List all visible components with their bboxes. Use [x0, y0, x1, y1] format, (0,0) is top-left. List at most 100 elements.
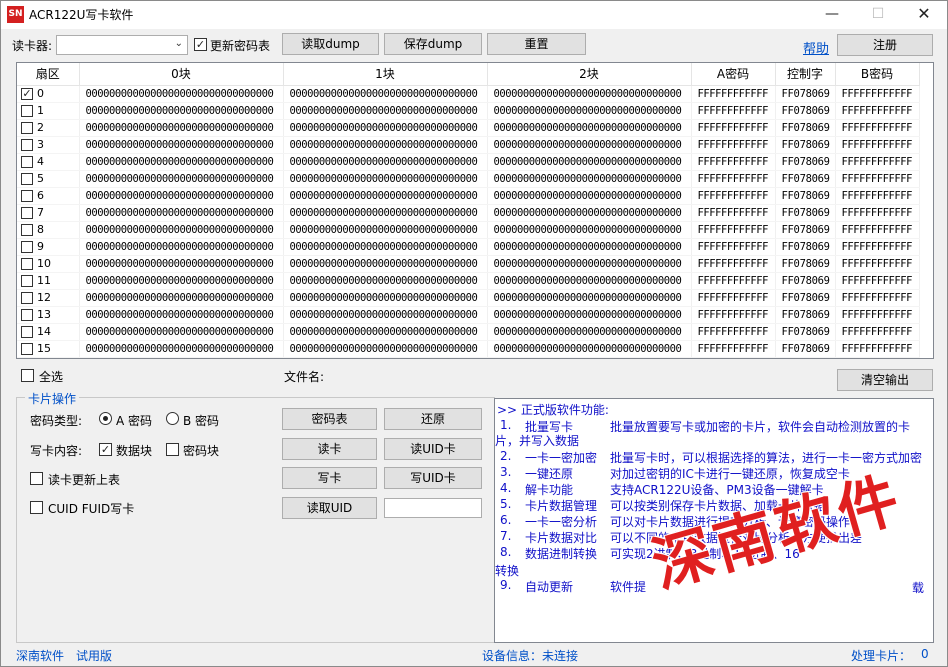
row-checkbox[interactable]: [21, 139, 33, 151]
sector-cell[interactable]: 7: [17, 204, 80, 222]
read-uid-card-button[interactable]: 读UID卡: [384, 438, 482, 460]
block2-cell[interactable]: 00000000000000000000000000000000: [487, 119, 692, 137]
row-checkbox[interactable]: [21, 105, 33, 117]
block0-cell[interactable]: 00000000000000000000000000000000: [79, 221, 284, 239]
keya-cell[interactable]: FFFFFFFFFFFF: [691, 306, 776, 324]
keyb-cell[interactable]: FFFFFFFFFFFF: [835, 136, 920, 154]
block1-cell[interactable]: 00000000000000000000000000000000: [283, 272, 488, 290]
row-checkbox[interactable]: [21, 292, 33, 304]
control-cell[interactable]: FF078069: [775, 85, 836, 103]
control-cell[interactable]: FF078069: [775, 306, 836, 324]
block1-cell[interactable]: 00000000000000000000000000000000: [283, 306, 488, 324]
block2-cell[interactable]: 00000000000000000000000000000000: [487, 221, 692, 239]
keya-cell[interactable]: FFFFFFFFFFFF: [691, 102, 776, 120]
table-row[interactable]: 13 00000000000000000000000000000000 000000…: [17, 306, 920, 324]
table-row[interactable]: 7 00000000000000000000000000000000 0000000…: [17, 204, 920, 222]
keya-cell[interactable]: FFFFFFFFFFFF: [691, 272, 776, 290]
control-cell[interactable]: FF078069: [775, 153, 836, 171]
write-uid-card-button[interactable]: 写UID卡: [384, 467, 482, 489]
keyb-cell[interactable]: FFFFFFFFFFFF: [835, 255, 920, 273]
block1-cell[interactable]: 00000000000000000000000000000000: [283, 238, 488, 256]
row-checkbox[interactable]: [21, 326, 33, 338]
keyb-cell[interactable]: FFFFFFFFFFFF: [835, 306, 920, 324]
block2-cell[interactable]: 00000000000000000000000000000000: [487, 136, 692, 154]
block1-cell[interactable]: 00000000000000000000000000000000: [283, 289, 488, 307]
sector-cell[interactable]: ✓ 0: [17, 85, 80, 103]
control-cell[interactable]: FF078069: [775, 136, 836, 154]
register-button[interactable]: 注册: [837, 34, 933, 56]
table-row[interactable]: 11 00000000000000000000000000000000 000000…: [17, 272, 920, 290]
row-checkbox[interactable]: [21, 190, 33, 202]
block0-cell[interactable]: 00000000000000000000000000000000: [79, 204, 284, 222]
table-row[interactable]: 1000000000000000000000000000000000000000…: [17, 255, 920, 273]
control-cell[interactable]: FF078069: [775, 221, 836, 239]
control-cell[interactable]: FF078069: [775, 340, 836, 358]
table-row[interactable]: 2 00000000000000000000000000000000 0000000…: [17, 119, 920, 137]
sector-cell[interactable]: 8: [17, 221, 80, 239]
keyb-cell[interactable]: FFFFFFFFFFFF: [835, 204, 920, 222]
reader-select[interactable]: ⌄: [56, 35, 188, 55]
col-block2-header[interactable]: 2块: [487, 63, 692, 86]
clear-output-button[interactable]: 清空输出: [837, 369, 933, 391]
col-keya-header[interactable]: A密码: [691, 63, 776, 86]
control-cell[interactable]: FF078069: [775, 323, 836, 341]
block1-cell[interactable]: 00000000000000000000000000000000: [283, 255, 488, 273]
col-keyb-header[interactable]: B密码: [835, 63, 920, 86]
col-control-header[interactable]: 控制字: [775, 63, 836, 86]
control-cell[interactable]: FF078069: [775, 289, 836, 307]
row-checkbox[interactable]: [21, 309, 33, 321]
keyb-cell[interactable]: FFFFFFFFFFFF: [835, 102, 920, 120]
block0-cell[interactable]: 00000000000000000000000000000000: [79, 340, 284, 358]
table-row[interactable]: 9 00000000000000000000000000000000 0000000…: [17, 238, 920, 256]
keya-cell[interactable]: FFFFFFFFFFFF: [691, 136, 776, 154]
row-checkbox[interactable]: [21, 156, 33, 168]
control-cell[interactable]: FF078069: [775, 238, 836, 256]
keya-cell[interactable]: FFFFFFFFFFFF: [691, 85, 776, 103]
uid-input[interactable]: [384, 498, 482, 518]
keya-cell[interactable]: FFFFFFFFFFFF: [691, 289, 776, 307]
row-checkbox[interactable]: ✓: [21, 88, 33, 100]
col-block0-header[interactable]: 0块: [79, 63, 284, 86]
block1-cell[interactable]: 00000000000000000000000000000000: [283, 204, 488, 222]
table-row[interactable]: 3 00000000000000000000000000000000 0000000…: [17, 136, 920, 154]
block2-cell[interactable]: 00000000000000000000000000000000: [487, 187, 692, 205]
control-cell[interactable]: FF078069: [775, 119, 836, 137]
row-checkbox[interactable]: [21, 122, 33, 134]
block2-cell[interactable]: 00000000000000000000000000000000: [487, 102, 692, 120]
sector-cell[interactable]: 6: [17, 187, 80, 205]
keya-cell[interactable]: FFFFFFFFFFFF: [691, 187, 776, 205]
block0-cell[interactable]: 00000000000000000000000000000000: [79, 85, 284, 103]
data-block-checkbox[interactable]: ✓: [99, 443, 112, 456]
minimize-icon[interactable]: —: [809, 1, 855, 29]
block2-cell[interactable]: 00000000000000000000000000000000: [487, 85, 692, 103]
table-row[interactable]: 15 00000000000000000000000000000000 000000…: [17, 340, 920, 358]
keya-cell[interactable]: FFFFFFFFFFFF: [691, 170, 776, 188]
sector-cell[interactable]: 14: [17, 323, 80, 341]
sector-cell[interactable]: 10: [17, 255, 80, 273]
block1-cell[interactable]: 00000000000000000000000000000000: [283, 170, 488, 188]
read-uid-button[interactable]: 读取UID: [282, 497, 377, 519]
block0-cell[interactable]: 00000000000000000000000000000000: [79, 272, 284, 290]
keyb-cell[interactable]: FFFFFFFFFFFF: [835, 170, 920, 188]
block1-cell[interactable]: 00000000000000000000000000000000: [283, 85, 488, 103]
sector-cell[interactable]: 9: [17, 238, 80, 256]
block1-cell[interactable]: 00000000000000000000000000000000: [283, 153, 488, 171]
cuid-fuid-checkbox[interactable]: [30, 501, 43, 514]
keya-cell[interactable]: FFFFFFFFFFFF: [691, 340, 776, 358]
keya-cell[interactable]: FFFFFFFFFFFF: [691, 221, 776, 239]
block0-cell[interactable]: 00000000000000000000000000000000: [79, 323, 284, 341]
block0-cell[interactable]: 00000000000000000000000000000000: [79, 136, 284, 154]
block0-cell[interactable]: 00000000000000000000000000000000: [79, 102, 284, 120]
table-row[interactable]: 6 00000000000000000000000000000000 0000000…: [17, 187, 920, 205]
control-cell[interactable]: FF078069: [775, 204, 836, 222]
sector-cell[interactable]: 2: [17, 119, 80, 137]
keyb-cell[interactable]: FFFFFFFFFFFF: [835, 119, 920, 137]
block0-cell[interactable]: 00000000000000000000000000000000: [79, 306, 284, 324]
block1-cell[interactable]: 00000000000000000000000000000000: [283, 119, 488, 137]
read-dump-button[interactable]: 读取dump: [282, 33, 379, 55]
control-cell[interactable]: FF078069: [775, 170, 836, 188]
control-cell[interactable]: FF078069: [775, 102, 836, 120]
row-checkbox[interactable]: [21, 275, 33, 287]
save-dump-button[interactable]: 保存dump: [384, 33, 482, 55]
control-cell[interactable]: FF078069: [775, 255, 836, 273]
